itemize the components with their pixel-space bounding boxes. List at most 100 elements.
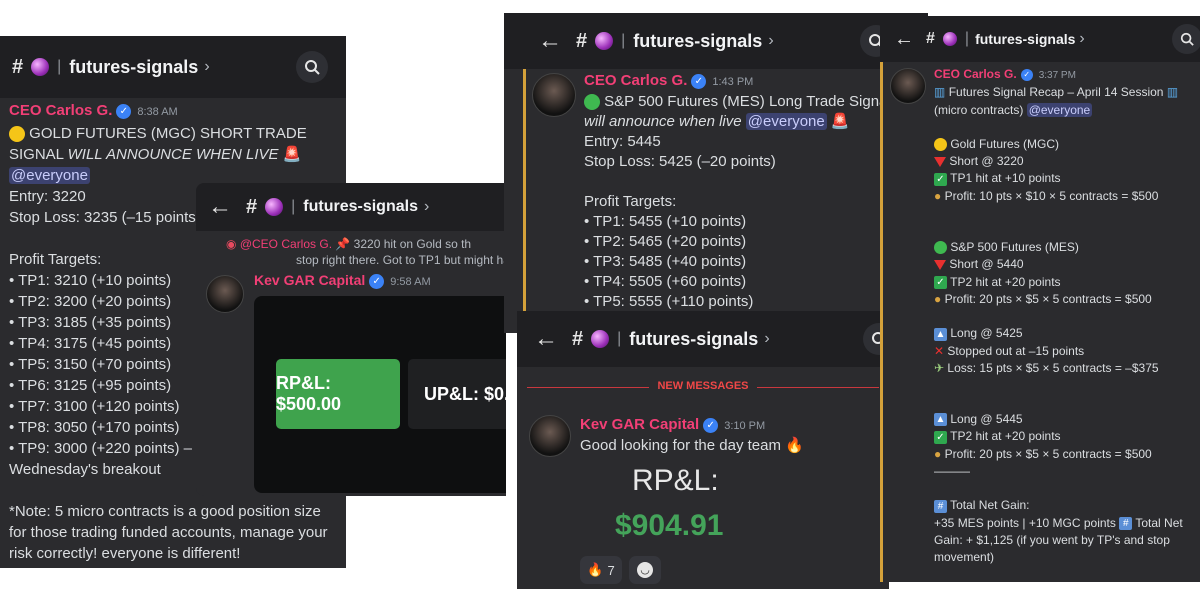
new-messages-label: NEW MESSAGES [517, 380, 889, 392]
search-icon[interactable] [1172, 24, 1200, 54]
channel-header: # | futures-signals › [0, 36, 346, 98]
avatar[interactable] [529, 415, 571, 457]
rpl-button: RP&L: $500.00 [276, 359, 400, 429]
upl-button: UP&L: $0.0 [408, 359, 506, 429]
everyone-mention[interactable]: @everyone [745, 113, 827, 130]
crystal-ball-icon [591, 330, 610, 348]
red-triangle-icon [934, 157, 946, 168]
target-row: • TP2: 5465 (+20 points) [584, 233, 747, 250]
signal-title-cont: SIGNAL [9, 146, 64, 163]
crystal-ball-icon [595, 32, 614, 50]
sp-header: S&P 500 Futures (MES) [950, 240, 1079, 255]
long1: Long @ 5425 [950, 326, 1023, 341]
pnl-image[interactable]: RP&L: $500.00 UP&L: $0.0 [254, 296, 506, 493]
reaction-count: 7 [607, 562, 615, 578]
tp2: TP2 hit at +20 points [950, 429, 1061, 444]
timestamp: 8:38 AM [137, 106, 178, 118]
channel-name[interactable]: futures-signals [633, 31, 762, 52]
loss: Loss: 15 pts × $5 × 5 contracts = –$375 [947, 360, 1159, 375]
money-bag-icon: ● [934, 188, 942, 203]
total-line-3: movement) [934, 550, 995, 565]
recap-title-cont: (micro contracts) [934, 102, 1024, 117]
back-arrow-icon[interactable]: ← [534, 325, 558, 353]
search-icon[interactable] [296, 51, 328, 83]
reaction-fire[interactable]: 🔥 7 [580, 556, 622, 584]
rule: ——— [934, 464, 970, 479]
profit2: Profit: 20 pts × $5 × 5 contracts = $500 [944, 446, 1152, 461]
stopped-out: Stopped out at –15 points [947, 343, 1085, 358]
signal-title: S&P 500 Futures (MES) Long Trade Signal [604, 93, 891, 110]
cross-icon: ✕ [934, 343, 945, 358]
avatar[interactable] [532, 73, 576, 117]
reply-panel: ← # | futures-signals › ◉ @CEO Carlos G.… [196, 183, 506, 496]
announce-text: WILL ANNOUNCE WHEN LIVE [67, 146, 279, 163]
target-row: • TP1: 5455 (+10 points) [584, 213, 747, 230]
green-circle-icon [934, 241, 947, 255]
smile-add-icon[interactable]: ◡ [629, 556, 661, 584]
red-triangle-icon [934, 260, 946, 271]
gold-profit: Profit: 10 pts × $10 × 5 contracts = $50… [944, 188, 1159, 203]
hash-icon: # [576, 29, 588, 52]
channel-header: ← # | futures-signals › [880, 16, 1200, 62]
timestamp: 1:43 PM [712, 76, 754, 88]
new-messages-panel: ← # | futures-signals › NEW MESSAGES Kev… [517, 311, 889, 589]
stop-loss: Stop Loss: 5425 (–20 points) [584, 153, 776, 170]
note-line: *Note: 5 micro contracts is a good posit… [9, 503, 321, 520]
reply-text: 3220 hit on Gold so th [353, 237, 472, 251]
total-line-b: Total Net [1135, 515, 1183, 530]
back-arrow-icon[interactable]: ← [894, 28, 914, 51]
channel-name[interactable]: futures-signals [303, 198, 418, 216]
sp-short: Short @ 5440 [949, 257, 1024, 272]
numbers-icon: # [934, 499, 947, 513]
channel-header: ← # | futures-signals › [504, 13, 928, 69]
gold-header: Gold Futures (MGC) [950, 136, 1060, 151]
up-button-icon: ▲ [934, 327, 947, 341]
everyone-mention[interactable]: @everyone [9, 167, 90, 184]
timestamp: 9:58 AM [390, 276, 431, 288]
username[interactable]: CEO Carlos G. [584, 72, 687, 89]
verified-icon: ✓ [691, 73, 707, 89]
sp-signal-panel: ← # | futures-signals › CEO Carlos G. ✓ 1:… [504, 13, 928, 333]
target-row: • TP5: 5555 (+110 points) [584, 293, 754, 310]
money-bag-icon: ● [934, 291, 942, 306]
verified-icon: ✓ [1020, 68, 1033, 81]
gold-tp: TP1 hit at +10 points [950, 171, 1061, 186]
everyone-mention[interactable]: @everyone [1026, 102, 1093, 117]
verified-icon: ✓ [116, 103, 132, 119]
numbers-icon: # [1119, 516, 1133, 530]
channel-name[interactable]: futures-signals [69, 57, 198, 78]
yellow-circle-icon [934, 138, 947, 152]
gold-short: Short @ 3220 [949, 154, 1024, 169]
message-text: Good looking for the day team [580, 437, 781, 454]
username[interactable]: CEO Carlos G. [934, 67, 1017, 81]
note-line: for those trading funded accounts, manag… [9, 524, 328, 541]
message: CEO Carlos G. ✓ 1:43 PM S&P 500 Futures (M… [584, 71, 924, 312]
channel-header: ← # | futures-signals › [517, 311, 889, 367]
channel-name[interactable]: futures-signals [629, 329, 758, 350]
highlight-bar [523, 69, 526, 333]
money-wings-icon: ✈ [934, 360, 945, 375]
announce-text: will announce when live [584, 113, 742, 130]
crystal-ball-icon [265, 198, 284, 216]
crystal-ball-icon [31, 58, 50, 76]
reply-preview: ◉ @CEO Carlos G. 📌 3220 hit on Gold so t… [226, 236, 506, 268]
avatar[interactable] [890, 68, 926, 104]
total-line-2: Gain: + $1,125 (if you went by TP's and … [934, 532, 1170, 547]
yellow-circle-icon [9, 126, 25, 143]
username[interactable]: CEO Carlos G. [9, 102, 112, 119]
username[interactable]: Kev GAR Capital [254, 272, 365, 288]
back-arrow-icon[interactable]: ← [538, 27, 562, 55]
rpl-label: RP&L: [632, 464, 719, 497]
back-arrow-icon[interactable]: ← [208, 193, 232, 221]
recap-title: Futures Signal Recap – April 14 Session [948, 85, 1164, 100]
message: Kev GAR Capital ✓ 3:10 PM Good looking for… [580, 415, 804, 456]
sp-profit: Profit: 20 pts × $5 × 5 contracts = $500 [944, 291, 1152, 306]
avatar[interactable] [206, 275, 244, 313]
username[interactable]: Kev GAR Capital [580, 416, 699, 433]
reply-user[interactable]: @CEO Carlos G. [240, 237, 332, 251]
channel-name[interactable]: futures-signals [975, 31, 1075, 47]
new-messages-text: NEW MESSAGES [649, 380, 757, 392]
verified-icon: ✓ [703, 417, 719, 433]
siren-icon: 🚨 [282, 146, 302, 163]
highlight-bar [880, 62, 883, 582]
